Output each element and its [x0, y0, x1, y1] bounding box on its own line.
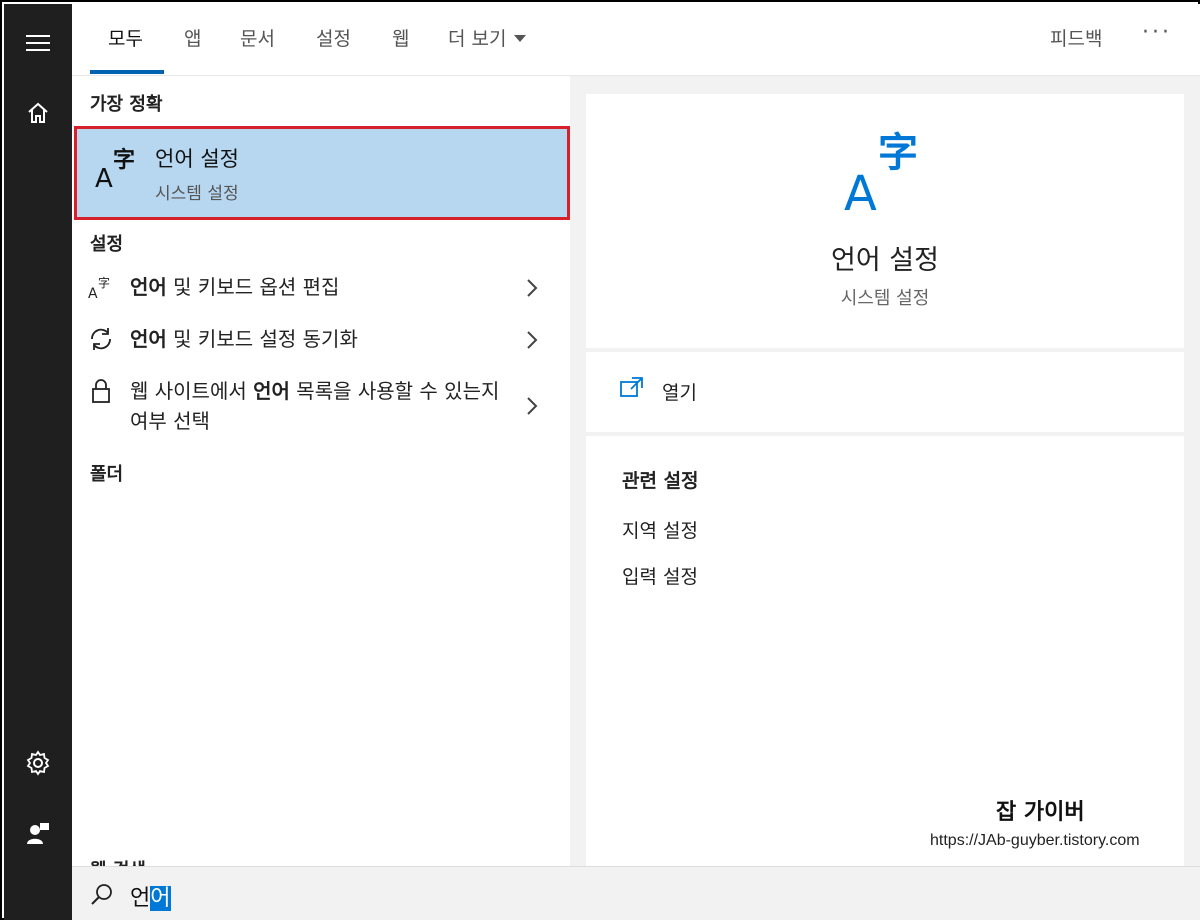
settings-heading: 설정 [90, 234, 124, 255]
sync-icon [91, 328, 111, 350]
related-link-region[interactable]: 지역 설정 [622, 516, 698, 543]
chevron-right-icon [527, 397, 538, 415]
folders-heading: 폴더 [90, 464, 124, 485]
language-settings-large-icon: A 字 [844, 130, 918, 214]
chevron-right-icon [527, 331, 538, 349]
lock-icon [92, 379, 110, 403]
svg-text:A: A [88, 286, 98, 300]
related-link-input[interactable]: 입력 설정 [622, 562, 698, 589]
tab-all[interactable]: 모두 [108, 24, 143, 51]
search-icon [91, 884, 112, 905]
open-action[interactable]: 열기 [586, 352, 1184, 432]
tab-web[interactable]: 웹 [392, 24, 409, 51]
svg-text:字: 字 [878, 130, 918, 176]
hamburger-menu-button[interactable] [4, 18, 72, 68]
setting-item-label: 언어 및 키보드 설정 동기화 [130, 327, 358, 351]
filter-tab-bar: 모두 앱 문서 설정 웹 더 보기 피드백 ··· [72, 4, 1200, 76]
caret-down-icon [514, 35, 527, 42]
tab-apps[interactable]: 앱 [184, 24, 201, 51]
tab-more-label: 더 보기 [448, 28, 507, 50]
tab-settings[interactable]: 설정 [316, 24, 351, 51]
home-icon [28, 102, 48, 123]
chevron-right-icon [527, 279, 538, 297]
language-settings-icon: A 字 [95, 147, 135, 193]
search-input[interactable]: 언어 [130, 880, 171, 912]
results-list: 가장 정확 A 字 언어 설정 시스템 설정 설정 A 字 언어 및 키보드 옵… [72, 76, 570, 866]
open-external-icon [620, 377, 643, 397]
feedback-link[interactable]: 피드백 [1050, 24, 1102, 51]
home-button[interactable] [4, 88, 72, 138]
svg-text:字: 字 [113, 147, 135, 173]
tab-more[interactable]: 더 보기 [448, 24, 527, 51]
left-rail [4, 4, 72, 920]
best-match-heading: 가장 정확 [90, 94, 163, 115]
setting-item-label: 언어 및 키보드 옵션 편집 [130, 275, 340, 299]
person-feedback-icon [27, 823, 49, 844]
hamburger-icon [26, 35, 50, 51]
search-selected-text: 어 [150, 886, 171, 911]
best-match-subtitle: 시스템 설정 [155, 184, 239, 204]
settings-button[interactable] [4, 738, 72, 788]
more-options-button[interactable]: ··· [1142, 20, 1172, 45]
start-search-window: 모두 앱 문서 설정 웹 더 보기 피드백 ··· 가장 정확 A 字 언어 설… [0, 0, 1200, 920]
detail-subtitle: 시스템 설정 [840, 288, 930, 309]
best-match-result[interactable]: A 字 언어 설정 시스템 설정 [74, 126, 570, 220]
tab-documents[interactable]: 문서 [240, 24, 275, 51]
detail-header-card: A 字 언어 설정 시스템 설정 [586, 94, 1184, 348]
search-typed-text: 언 [130, 886, 151, 911]
svg-text:A: A [95, 164, 113, 193]
feedback-hub-button[interactable] [4, 808, 72, 858]
setting-item-label: 웹 사이트에서 언어 목록을 사용할 수 있는지 여부 선택 [130, 379, 500, 433]
detail-title: 언어 설정 [831, 245, 939, 276]
setting-item-sync-keyboard[interactable]: 언어 및 키보드 설정 동기화 [72, 320, 570, 360]
setting-item-edit-keyboard[interactable]: A 字 언어 및 키보드 옵션 편집 [72, 268, 570, 308]
web-search-heading: 웹 검색 [90, 856, 146, 866]
watermark-title: 잡 가이버 [996, 800, 1085, 825]
svg-text:字: 字 [98, 275, 110, 290]
language-icon: A 字 [88, 275, 110, 300]
gear-icon [26, 750, 50, 776]
related-settings-heading: 관련 설정 [622, 470, 699, 492]
setting-item-website-language[interactable]: 웹 사이트에서 언어 목록을 사용할 수 있는지 여부 선택 [72, 372, 570, 440]
watermark-url: https://JAb-guyber.tistory.com [930, 832, 1140, 849]
svg-text:A: A [844, 166, 877, 214]
search-box[interactable]: 언어 [72, 866, 1200, 920]
open-label: 열기 [662, 382, 697, 404]
active-tab-indicator [90, 70, 164, 74]
related-settings-card: 관련 설정 지역 설정 입력 설정 잡 가이버 https://JAb-guyb… [586, 436, 1184, 866]
best-match-title: 언어 설정 [155, 147, 239, 171]
